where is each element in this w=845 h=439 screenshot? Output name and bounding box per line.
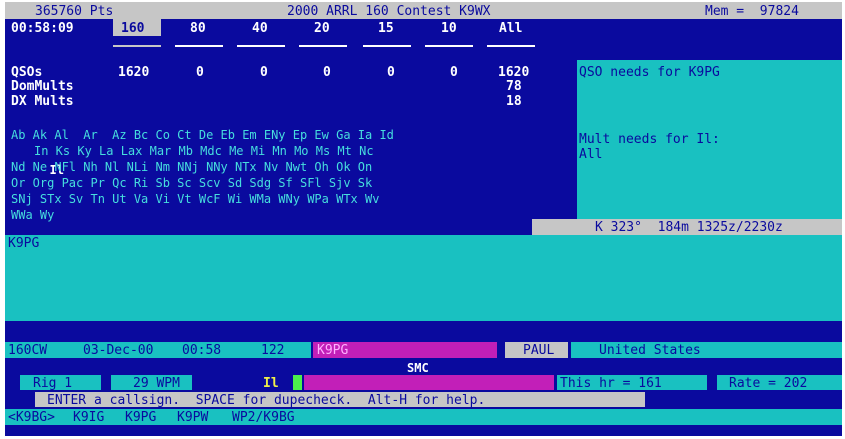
band-tab-20[interactable]: 20 [314, 22, 330, 35]
status-band-mode: 160CW [8, 343, 48, 358]
contest-title: 2000 ARRL 160 Contest K9WX [287, 4, 491, 19]
qsos-80: 0 [196, 65, 204, 80]
dx-mults-label: DX Mults [11, 94, 74, 109]
status-name: PAUL [523, 343, 555, 358]
help-text: ENTER a callsign. SPACE for dupecheck. A… [47, 393, 486, 408]
qsos-160: 1620 [118, 65, 150, 80]
cursor-block [293, 375, 302, 390]
memory-display: Mem = 97824 [705, 4, 799, 19]
mult-grid-row: WWa Wy [11, 208, 55, 222]
qsos-20: 0 [323, 65, 331, 80]
n1mm-screen: 365760 Pts 2000 ARRL 160 Contest K9WX Me… [5, 2, 842, 436]
partial-call[interactable]: K9PW [177, 411, 208, 424]
partial-call[interactable]: WP2/K9BG [232, 411, 295, 424]
band-tab-160[interactable]: 160 [121, 22, 144, 35]
mult-grid-row: Nd Ne NFl Nh Nl NLi Nm NNj NNy NTx Nv Nw… [11, 160, 373, 174]
mult-grid-row: In Ks Ky La Lax Mar Mb Mdc Me Mi Mn Mo M… [34, 144, 374, 158]
mult-grid-row: Or Org Pac Pr Qc Ri Sb Sc Scv Sd Sdg Sf … [11, 176, 373, 190]
dom-mults-label: DomMults [11, 79, 74, 94]
rate: Rate = 202 [729, 376, 808, 391]
mult-grid-row: SNj STx Sv Tn Ut Va Vi Vt WcF Wi WMa WNy… [11, 192, 380, 206]
band-tab-80[interactable]: 80 [190, 22, 206, 35]
wpm-label[interactable]: 29 WPM [133, 377, 180, 390]
rig-label[interactable]: Rig 1 [33, 377, 72, 390]
band-underline [113, 45, 161, 47]
status-date: 03-Dec-00 [83, 343, 154, 358]
partial-call[interactable]: K9PG [125, 411, 156, 424]
status-call: K9PG [317, 343, 349, 358]
mult-needs-label: Mult needs for Il: [579, 132, 720, 147]
band-underline [363, 45, 411, 47]
elapsed-time: 00:58:09 [11, 21, 74, 36]
band-underline [175, 45, 223, 47]
call-window[interactable] [5, 235, 842, 321]
this-hour: This hr = 161 [560, 376, 662, 391]
mult-needs-value: All [579, 147, 603, 162]
band-tab-15[interactable]: 15 [378, 22, 394, 35]
section-display: SMC [407, 361, 429, 375]
band-underline [299, 45, 347, 47]
qsos-10: 0 [450, 65, 458, 80]
status-number: 122 [261, 343, 285, 358]
qso-needs-label: QSO needs for K9PG [579, 65, 720, 80]
mult-grid-row: Ab Ak Al Ar Az Bc Co Ct De Eb Em ENy Ep … [11, 128, 394, 142]
band-tab-10[interactable]: 10 [441, 22, 457, 35]
rig-mult: Il [263, 376, 279, 391]
qsos-label: QSOs [11, 65, 43, 80]
call-window-entry: K9PG [8, 236, 40, 251]
partial-call[interactable]: K9IG [73, 411, 104, 424]
band-underline [425, 45, 473, 47]
band-underline [237, 45, 285, 47]
partial-call[interactable]: <K9BG> [8, 411, 55, 424]
beam-heading: K 323° 184m 1325z/2230z [595, 220, 783, 235]
band-tab-all[interactable]: All [499, 22, 522, 35]
status-time: 00:58 [182, 343, 222, 358]
entry-field[interactable] [304, 375, 554, 390]
qsos-all: 1620 [498, 65, 530, 80]
dom-mults-total: 78 [506, 79, 522, 94]
band-tab-40[interactable]: 40 [252, 22, 268, 35]
band-underline [487, 45, 535, 47]
dx-mults-total: 18 [506, 94, 522, 109]
points-display: 365760 Pts [35, 4, 114, 19]
qsos-15: 0 [387, 65, 395, 80]
qsos-40: 0 [260, 65, 268, 80]
status-country: United States [599, 343, 701, 358]
